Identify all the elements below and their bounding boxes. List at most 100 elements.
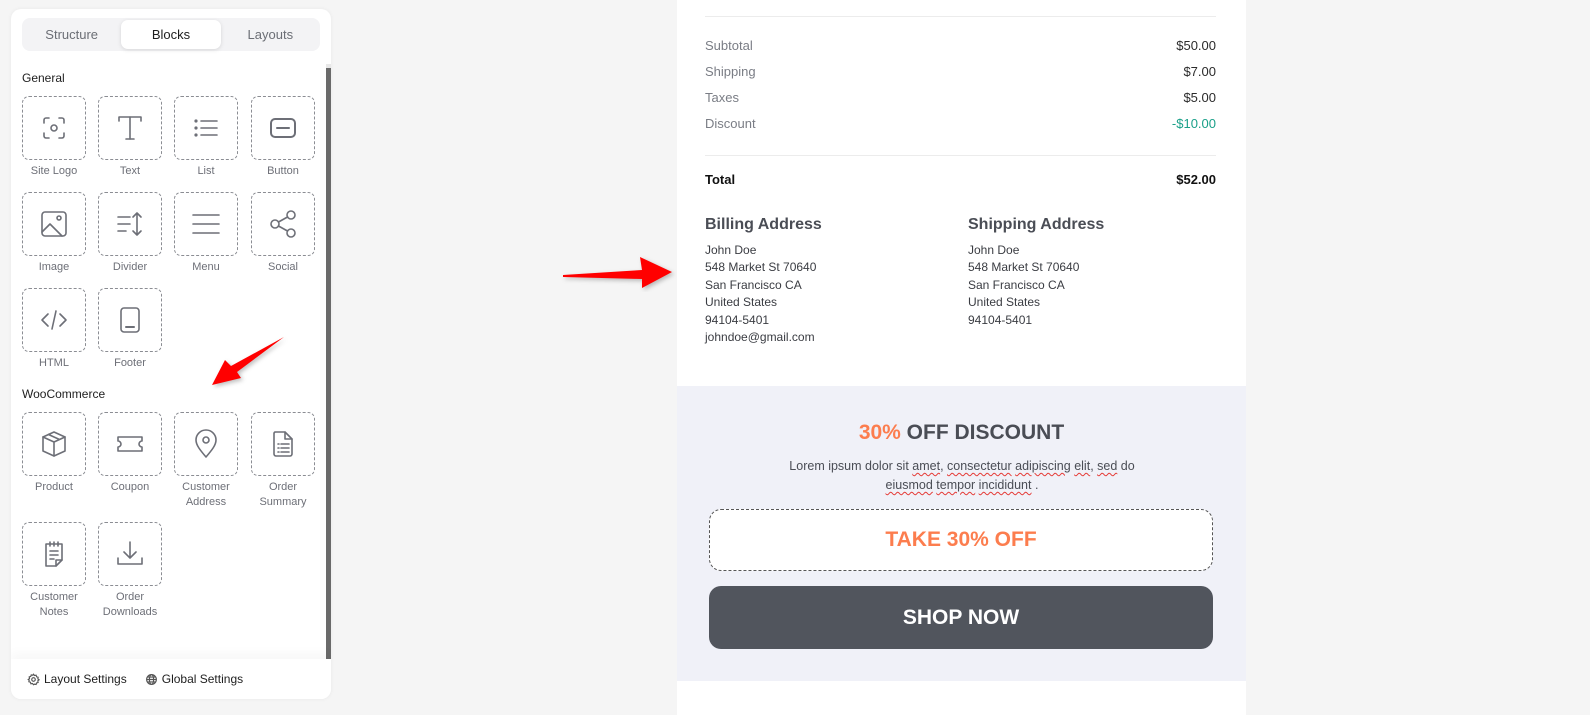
summary-row-shipping: Shipping $7.00 [705, 64, 1216, 79]
panel-footer: Layout Settings Global Settings [11, 659, 331, 699]
gear-icon [27, 672, 40, 686]
block-order-summary[interactable]: Order Summary [251, 412, 315, 510]
block-coupon[interactable]: Coupon [98, 412, 162, 495]
code-icon [41, 310, 67, 330]
block-footer[interactable]: Footer [98, 288, 162, 371]
text-part: adipiscing [1015, 459, 1071, 473]
text-part: incididunt [978, 478, 1032, 492]
email-preview: Subtotal $50.00 Shipping $7.00 Taxes $5.… [677, 0, 1246, 715]
block-list[interactable]: List [174, 96, 238, 179]
shipping-address: Shipping Address John Doe 548 Market St … [968, 216, 1218, 329]
promo-title: 30% OFF DISCOUNT [677, 421, 1246, 445]
block-product[interactable]: Product [22, 412, 86, 495]
summary-value: -$10.00 [1171, 116, 1216, 131]
global-settings-button[interactable]: Global Settings [145, 672, 243, 686]
document-icon [273, 431, 293, 457]
promo-section: 30% OFF DISCOUNT Lorem ipsum dolor sit a… [677, 386, 1246, 681]
summary-label: Subtotal [705, 38, 753, 53]
block-label: Product [35, 481, 73, 493]
scrollbar-thumb[interactable] [326, 68, 331, 660]
address-line: United States [968, 295, 1041, 310]
address-line: 94104-5401 [705, 312, 770, 327]
text-part: sed [1097, 459, 1118, 473]
section-title-general: General [22, 71, 65, 85]
ticket-icon [117, 436, 143, 452]
address-line: John Doe [705, 243, 757, 257]
text-part: tempor [936, 478, 976, 492]
block-label: Social [268, 261, 298, 273]
map-pin-icon [195, 429, 217, 458]
summary-row-subtotal: Subtotal $50.00 [705, 38, 1216, 53]
block-image[interactable]: Image [22, 192, 86, 275]
divider-icon [117, 212, 142, 236]
text-part: , [940, 459, 948, 473]
address-line: San Francisco CA [968, 277, 1065, 292]
address-line: John Doe [968, 243, 1020, 257]
summary-row-total: Total $52.00 [705, 172, 1216, 187]
block-label: Menu [192, 261, 220, 273]
block-html[interactable]: HTML [22, 288, 86, 371]
text-part: amet [912, 459, 941, 473]
summary-value: $5.00 [1183, 90, 1216, 105]
block-label: Image [38, 261, 70, 273]
global-settings-label: Global Settings [161, 672, 244, 686]
promo-text: Lorem ipsum dolor sit amet, consectetur … [787, 457, 1137, 495]
menu-icon [192, 214, 220, 234]
block-label: Text [119, 165, 141, 177]
tab-layouts[interactable]: Layouts [221, 18, 320, 51]
text-part: . [1031, 478, 1039, 492]
address-line: johndoe@gmail.com [705, 330, 815, 345]
block-label: Footer [114, 357, 146, 369]
block-social[interactable]: Social [251, 192, 315, 275]
block-label: List [197, 165, 215, 177]
notes-icon [45, 541, 63, 567]
block-text[interactable]: Text [98, 96, 162, 179]
tab-blocks[interactable]: Blocks [121, 20, 221, 49]
block-customer-address[interactable]: Customer Address [174, 412, 238, 510]
share-icon [270, 210, 296, 238]
block-label: Customer Address [182, 481, 230, 508]
tab-structure[interactable]: Structure [22, 18, 121, 51]
summary-label: Shipping [705, 64, 756, 79]
footer-icon [120, 307, 140, 333]
block-label: Order Downloads [102, 591, 158, 618]
section-title-woocommerce: WooCommerce [22, 387, 106, 401]
annotation-arrow-down-left-icon [212, 337, 284, 385]
block-customer-notes[interactable]: Customer Notes [22, 522, 86, 620]
block-label: Site Logo [30, 165, 78, 177]
billing-address-title: Billing Address [705, 216, 822, 233]
summary-label: Discount [705, 116, 756, 131]
block-label: Coupon [110, 481, 150, 493]
shop-now-button[interactable]: SHOP NOW [709, 586, 1213, 649]
text-part: do [1117, 459, 1135, 473]
globe-icon [145, 673, 157, 685]
text-icon [118, 116, 142, 140]
block-button[interactable]: Button [251, 96, 315, 179]
block-site-logo[interactable]: Site Logo [22, 96, 86, 179]
layout-settings-button[interactable]: Layout Settings [27, 672, 127, 686]
block-menu[interactable]: Menu [174, 192, 238, 275]
list-icon [194, 119, 218, 137]
summary-row-discount: Discount -$10.00 [705, 116, 1216, 131]
button-icon [270, 118, 296, 138]
annotation-arrow-right-icon [563, 257, 672, 288]
text-part: elit [1074, 459, 1091, 473]
coupon-button[interactable]: TAKE 30% OFF [709, 509, 1213, 571]
divider [705, 16, 1216, 17]
address-line: 548 Market St 70640 [705, 260, 817, 275]
summary-value: $7.00 [1183, 64, 1216, 79]
block-label: Order Summary [259, 481, 307, 508]
address-line: United States [705, 295, 778, 310]
block-label: Divider [112, 261, 148, 273]
text-part: consectetur [947, 459, 1012, 473]
summary-value: $50.00 [1176, 38, 1216, 53]
summary-label: Taxes [705, 90, 739, 105]
address-line: San Francisco CA [705, 277, 802, 292]
total-label: Total [705, 172, 736, 187]
block-divider[interactable]: Divider [98, 192, 162, 275]
layout-settings-label: Layout Settings [44, 672, 127, 686]
block-order-downloads[interactable]: Order Downloads [98, 522, 162, 620]
box-icon [42, 431, 66, 457]
download-icon [117, 541, 143, 565]
divider [705, 155, 1216, 156]
